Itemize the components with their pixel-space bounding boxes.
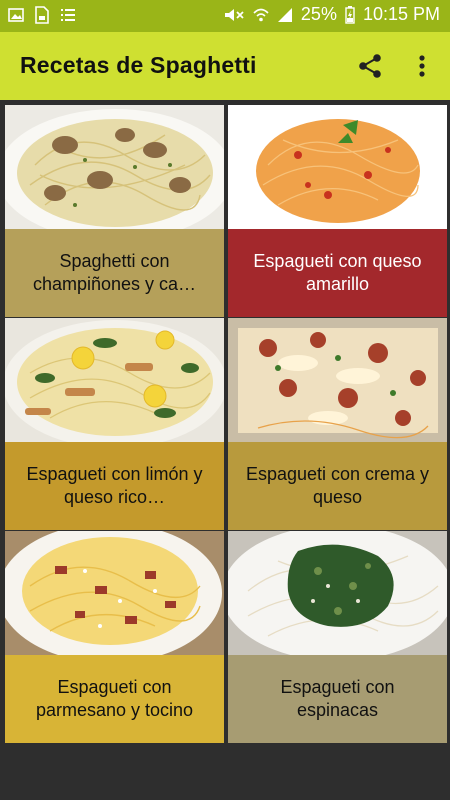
battery-percent: 25%	[300, 4, 337, 24]
recipe-caption: Espagueti con limón y queso rico…	[5, 442, 224, 530]
recipe-title: Espagueti con espinacas	[280, 677, 395, 720]
recipe-card-6[interactable]: Espagueti con espinacas	[228, 531, 447, 743]
recipe-grid: Spaghetti con champiñones y ca… Espaguet…	[0, 100, 450, 743]
recipe-card-4[interactable]: Espagueti con crema y queso	[228, 318, 447, 530]
status-right-group: 25% 10:15 PM	[223, 4, 440, 25]
recipe-caption: Espagueti con queso amarillo	[228, 229, 447, 317]
recipe-caption: Spaghetti con champiñones y ca…	[5, 229, 224, 317]
recipe-image-mushroom-spaghetti	[5, 105, 224, 229]
clock: 10:15 PM	[362, 4, 440, 24]
status-left-icons	[8, 6, 76, 24]
recipe-image-lemon-spaghetti	[5, 318, 224, 442]
mute-icon	[224, 8, 244, 21]
recipe-title: Spaghetti con champiñones y ca…	[32, 251, 197, 294]
recipe-card-2[interactable]: Espagueti con queso amarillo	[228, 105, 447, 317]
recipe-caption: Espagueti con parmesano y tocino	[5, 655, 224, 743]
app-title: Recetas de Spaghetti	[20, 52, 257, 78]
app-bar: Recetas de Spaghetti	[0, 32, 450, 100]
recipe-title: Espagueti con parmesano y tocino	[35, 677, 194, 720]
recipe-card-1[interactable]: Spaghetti con champiñones y ca…	[5, 105, 224, 317]
status-bar: 25% 10:15 PM	[0, 0, 450, 32]
recipe-image-baked-spaghetti	[228, 318, 447, 442]
recipe-image-spinach-spaghetti	[228, 531, 447, 655]
image-icon	[8, 8, 24, 22]
recipe-caption: Espagueti con espinacas	[228, 655, 447, 743]
document-icon	[35, 6, 49, 24]
list-icon	[61, 9, 75, 21]
wifi-icon	[253, 8, 269, 21]
recipe-card-5[interactable]: Espagueti con parmesano y tocino	[5, 531, 224, 743]
recipe-title: Espagueti con limón y queso rico…	[26, 464, 203, 507]
signal-icon	[277, 7, 292, 22]
recipe-caption: Espagueti con crema y queso	[228, 442, 447, 530]
recipe-card-3[interactable]: Espagueti con limón y queso rico…	[5, 318, 224, 530]
recipe-image-carbonara	[5, 531, 224, 655]
share-icon[interactable]	[356, 52, 384, 80]
recipe-title: Espagueti con crema y queso	[245, 464, 430, 507]
battery-icon	[345, 5, 355, 24]
recipe-title: Espagueti con queso amarillo	[253, 251, 422, 294]
recipe-image-tomato-spaghetti	[228, 105, 447, 229]
more-vert-icon[interactable]	[410, 52, 434, 80]
